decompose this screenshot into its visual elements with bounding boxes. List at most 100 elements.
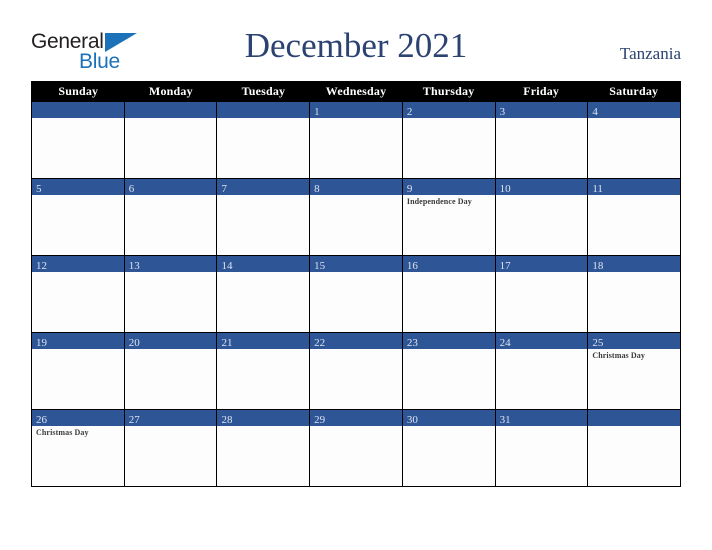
weekday-header-saturday: Saturday — [609, 84, 659, 98]
date-number: 3 — [499, 106, 506, 118]
date-bar: 9 — [402, 179, 495, 195]
date-number: 23 — [406, 337, 418, 349]
day-cell-28[interactable]: 28 — [216, 409, 310, 486]
date-bar: 18 — [588, 256, 681, 272]
day-cell-13[interactable]: 13 — [123, 255, 217, 332]
date-number: 18 — [592, 260, 604, 272]
date-number: 21 — [221, 337, 233, 349]
date-bar: 6 — [124, 179, 217, 195]
weekday-header-monday: Monday — [148, 84, 193, 98]
event-list: Christmas Day — [32, 426, 124, 438]
day-cell-6[interactable]: 6 — [123, 178, 217, 255]
day-cell-empty[interactable] — [123, 101, 217, 178]
day-cell-4[interactable]: 4 — [587, 101, 681, 178]
date-bar: 3 — [495, 102, 588, 118]
day-cell-21[interactable]: 21 — [216, 332, 310, 409]
day-cell-25[interactable]: 25 Christmas Day — [587, 332, 681, 409]
date-bar: 22 — [310, 333, 402, 349]
date-bar: 4 — [588, 102, 681, 118]
page-title: December 2021 — [244, 26, 468, 65]
date-bar: 1 — [310, 102, 402, 118]
date-bar: 23 — [402, 333, 495, 349]
weekday-header-sunday: Sunday — [58, 84, 99, 98]
date-number: 16 — [406, 260, 418, 272]
day-cell-2[interactable]: 2 — [401, 101, 495, 178]
day-cell-7[interactable]: 7 — [216, 178, 310, 255]
date-number: 27 — [128, 414, 140, 426]
day-cell-12[interactable]: 12 — [32, 255, 124, 332]
date-bar: 8 — [310, 179, 402, 195]
date-number: 1 — [314, 106, 320, 118]
date-number: 2 — [406, 106, 413, 118]
day-cell-30[interactable]: 30 — [401, 409, 495, 486]
date-bar: 10 — [495, 179, 588, 195]
date-number: 29 — [314, 414, 326, 426]
date-bar: 20 — [124, 333, 217, 349]
date-number: 30 — [406, 414, 418, 426]
date-bar: 15 — [310, 256, 402, 272]
date-number: 17 — [499, 260, 511, 272]
date-number: 9 — [406, 183, 413, 195]
weekday-header-thursday: Thursday — [422, 84, 475, 98]
date-number: 25 — [592, 337, 604, 349]
holiday-label: Independence Day — [406, 197, 472, 206]
day-cell-27[interactable]: 27 — [123, 409, 217, 486]
date-number: 14 — [221, 260, 233, 272]
date-number: 19 — [36, 337, 47, 349]
calendar-week-row: 1 2 3 4 — [32, 101, 681, 178]
day-cell-16[interactable]: 16 — [401, 255, 495, 332]
day-cell-9[interactable]: 9 Independence Day — [401, 178, 495, 255]
date-bar: 19 — [32, 333, 124, 349]
weekday-header-wednesday: Wednesday — [325, 84, 387, 98]
day-cell-23[interactable]: 23 — [401, 332, 495, 409]
holiday-label: Christmas Day — [592, 351, 645, 360]
weekday-header-tuesday: Tuesday — [241, 84, 286, 98]
date-bar: 31 — [495, 410, 588, 426]
day-cell-17[interactable]: 17 — [494, 255, 588, 332]
day-cell-31[interactable]: 31 — [494, 409, 588, 486]
date-bar: 25 — [588, 333, 681, 349]
date-bar — [217, 102, 310, 118]
day-cell-19[interactable]: 19 — [32, 332, 124, 409]
day-cell-empty[interactable] — [32, 101, 124, 178]
date-number: 22 — [314, 337, 326, 349]
weekday-header-row: Sunday Monday Tuesday Wednesday Thursday Frid… — [32, 81, 680, 101]
date-bar — [124, 102, 217, 118]
calendar-week-row: 19 20 21 22 23 24 25 Christmas Day — [32, 332, 681, 409]
day-cell-24[interactable]: 24 — [494, 332, 588, 409]
date-number: 11 — [592, 183, 603, 195]
date-bar: 17 — [495, 256, 588, 272]
day-cell-29[interactable]: 29 — [309, 409, 402, 486]
date-number: 12 — [36, 260, 47, 272]
date-bar: 26 — [32, 410, 124, 426]
date-bar: 5 — [32, 179, 124, 195]
day-cell-10[interactable]: 10 — [494, 178, 588, 255]
day-cell-1[interactable]: 1 — [309, 101, 402, 178]
day-cell-26[interactable]: 26 Christmas Day — [32, 409, 124, 486]
page-header: General Blue December 2021 Tanzania — [0, 0, 712, 80]
date-bar: 13 — [124, 256, 217, 272]
day-cell-5[interactable]: 5 — [32, 178, 124, 255]
day-cell-empty[interactable] — [587, 409, 681, 486]
event-list: Independence Day — [403, 195, 495, 207]
day-cell-empty[interactable] — [216, 101, 310, 178]
date-bar: 30 — [402, 410, 495, 426]
date-number: 26 — [36, 414, 47, 426]
calendar-week-row: 12 13 14 15 16 17 18 — [32, 255, 681, 332]
date-number: 31 — [499, 414, 511, 426]
date-number: 4 — [592, 106, 598, 118]
day-cell-20[interactable]: 20 — [123, 332, 217, 409]
country-label: Tanzania — [619, 44, 681, 63]
day-cell-11[interactable]: 11 — [587, 178, 681, 255]
calendar-week-row: 26 Christmas Day 27 28 29 30 31 — [32, 409, 681, 486]
date-bar: 21 — [217, 333, 310, 349]
day-cell-22[interactable]: 22 — [309, 332, 402, 409]
calendar-grid: Sunday Monday Tuesday Wednesday Thursday Frid… — [31, 81, 681, 487]
date-number: 10 — [499, 183, 511, 195]
day-cell-14[interactable]: 14 — [216, 255, 310, 332]
day-cell-8[interactable]: 8 — [309, 178, 402, 255]
day-cell-18[interactable]: 18 — [587, 255, 681, 332]
day-cell-3[interactable]: 3 — [494, 101, 588, 178]
day-cell-15[interactable]: 15 — [309, 255, 402, 332]
date-number: 5 — [36, 183, 42, 195]
